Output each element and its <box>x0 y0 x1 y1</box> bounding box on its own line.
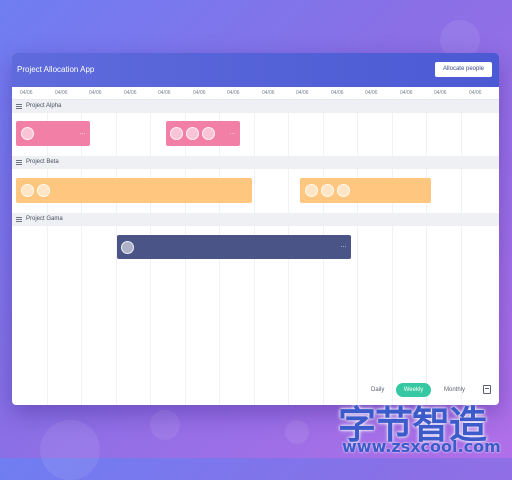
allocation-bar-gama[interactable]: ... <box>117 235 351 259</box>
project-header-alpha[interactable]: Project Alpha <box>12 100 499 113</box>
date-label: 04/06 <box>158 90 171 96</box>
project-name: Project Gama <box>26 216 63 222</box>
more-options-icon[interactable]: ... <box>229 130 236 136</box>
avatar[interactable] <box>121 240 134 254</box>
avatar[interactable] <box>305 184 318 197</box>
avatar[interactable] <box>21 184 34 197</box>
avatar[interactable] <box>186 127 199 140</box>
more-options-icon[interactable]: ... <box>340 243 347 249</box>
menu-icon[interactable] <box>16 160 22 165</box>
calendar-icon[interactable] <box>483 385 491 394</box>
allocation-bar-beta[interactable] <box>300 178 431 203</box>
menu-icon[interactable] <box>16 217 22 222</box>
avatar[interactable] <box>337 184 350 197</box>
project-name: Project Alpha <box>26 103 62 109</box>
avatar[interactable] <box>21 127 34 140</box>
date-label: 04/06 <box>227 90 240 96</box>
date-label: 04/06 <box>89 90 102 96</box>
date-label: 04/06 <box>296 90 309 96</box>
allocation-bar-alpha[interactable]: ... <box>16 121 90 146</box>
background-bokeh <box>285 420 309 444</box>
project-name: Project Beta <box>26 159 59 165</box>
date-label: 04/06 <box>124 90 137 96</box>
project-header-beta[interactable]: Project Beta <box>12 156 499 169</box>
allocation-bar-beta[interactable] <box>16 178 252 203</box>
background-bokeh <box>150 410 180 440</box>
date-label: 04/06 <box>262 90 275 96</box>
allocate-people-button[interactable]: Allocate people <box>434 62 492 77</box>
avatar[interactable] <box>321 184 334 197</box>
date-label: 04/06 <box>469 90 482 96</box>
date-label: 04/06 <box>434 90 447 96</box>
date-label: 04/06 <box>331 90 344 96</box>
date-label: 04/06 <box>193 90 206 96</box>
app-title: Project Allocation App <box>17 65 95 74</box>
more-options-icon[interactable]: ... <box>79 130 86 136</box>
background-bokeh <box>40 420 100 480</box>
menu-icon[interactable] <box>16 104 22 109</box>
title-bar: Project Allocation App Allocate people <box>12 53 499 87</box>
date-label: 04/06 <box>365 90 378 96</box>
avatar[interactable] <box>37 184 50 197</box>
date-label: 04/06 <box>55 90 68 96</box>
app-window: Project Allocation App Allocate people 0… <box>12 53 499 405</box>
date-label: 04/06 <box>20 90 33 96</box>
avatar[interactable] <box>170 127 183 140</box>
watermark-url: www.zsxcool.com <box>342 437 501 456</box>
project-header-gama[interactable]: Project Gama <box>12 213 499 226</box>
allocation-bar-alpha[interactable]: ... <box>166 121 240 146</box>
avatar[interactable] <box>202 127 215 140</box>
date-label: 04/06 <box>400 90 413 96</box>
